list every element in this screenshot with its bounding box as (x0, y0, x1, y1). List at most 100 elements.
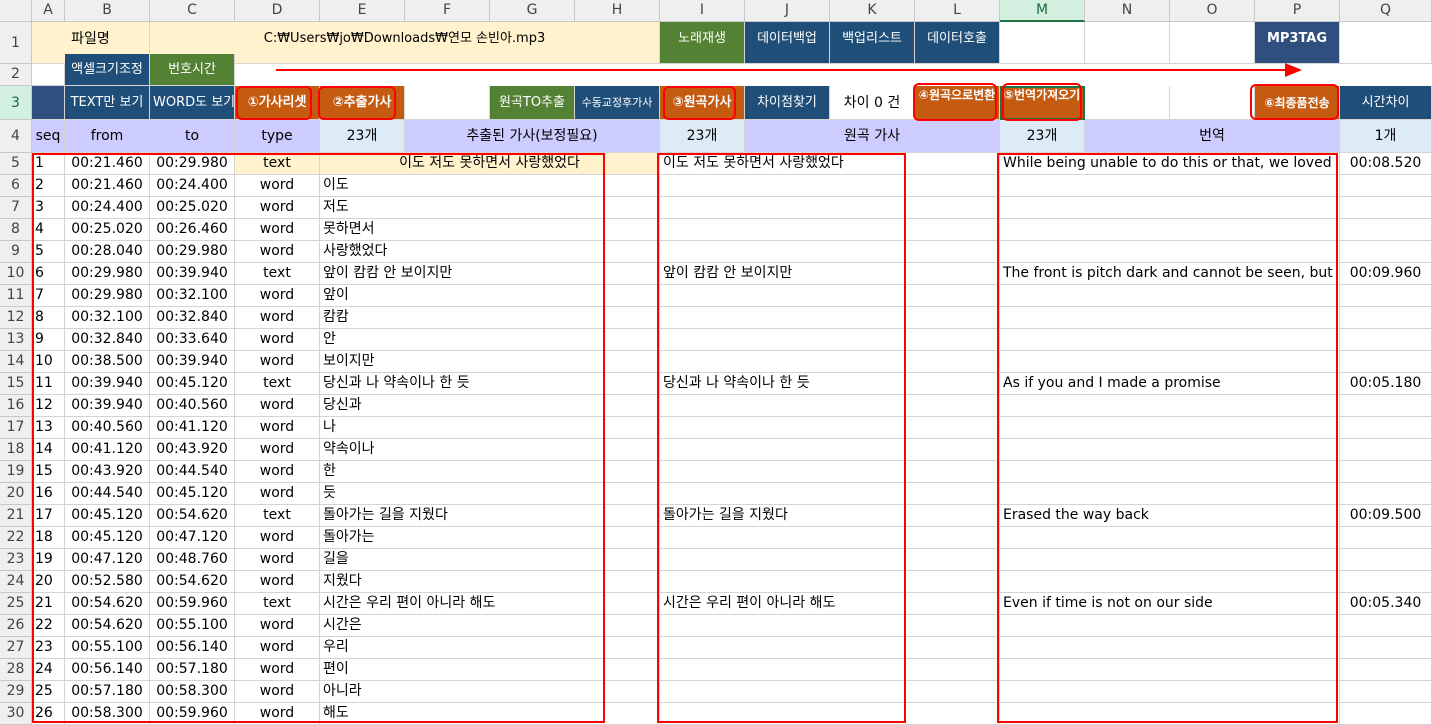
from-cell[interactable]: 00:47.120 (65, 549, 150, 571)
lyric-cell[interactable]: 당신과 나 약속이나 한 듯 (320, 373, 660, 395)
original-lyric-cell[interactable] (660, 241, 1000, 263)
time-diff-cell[interactable] (1340, 483, 1432, 505)
time-diff-cell[interactable] (1340, 703, 1432, 725)
translation-cell[interactable]: As if you and I made a promise (1000, 373, 1340, 395)
translation-cell[interactable] (1000, 219, 1340, 241)
original-lyric-cell[interactable]: 당신과 나 약속이나 한 듯 (660, 373, 1000, 395)
row-header-1[interactable]: 1 (0, 22, 32, 64)
translation-cell[interactable] (1000, 417, 1340, 439)
lyric-cell[interactable]: 이도 저도 못하면서 사랑했었다 (320, 153, 660, 175)
lyric-cell[interactable]: 시간은 우리 편이 아니라 해도 (320, 593, 660, 615)
seq-cell[interactable]: 19 (32, 549, 65, 571)
time-diff-cell[interactable]: 00:05.180 (1340, 373, 1432, 395)
column-header-d[interactable]: D (235, 0, 320, 22)
translation-cell[interactable] (1000, 527, 1340, 549)
original-lyric-cell[interactable] (660, 417, 1000, 439)
from-cell[interactable]: 00:38.500 (65, 351, 150, 373)
cell-q1[interactable] (1340, 22, 1432, 64)
time-diff-cell[interactable] (1340, 417, 1432, 439)
from-cell[interactable]: 00:29.980 (65, 285, 150, 307)
to-cell[interactable]: 00:24.400 (150, 175, 235, 197)
to-cell[interactable]: 00:41.120 (150, 417, 235, 439)
original-lyric-cell[interactable] (660, 637, 1000, 659)
type-cell[interactable]: word (235, 219, 320, 241)
type-cell[interactable]: word (235, 329, 320, 351)
original-lyric-cell[interactable] (660, 329, 1000, 351)
cell-a3[interactable] (32, 86, 65, 120)
original-lyric-cell[interactable]: 앞이 캄캄 안 보이지만 (660, 263, 1000, 285)
column-header-n[interactable]: N (1085, 0, 1170, 22)
column-header-i[interactable]: I (660, 0, 745, 22)
row-header-2[interactable]: 2 (0, 64, 32, 86)
seq-cell[interactable]: 1 (32, 153, 65, 175)
seq-cell[interactable]: 6 (32, 263, 65, 285)
to-cell[interactable]: 00:32.100 (150, 285, 235, 307)
row-header[interactable]: 22 (0, 527, 32, 549)
to-cell[interactable]: 00:39.940 (150, 351, 235, 373)
seq-cell[interactable]: 21 (32, 593, 65, 615)
original-lyrics-button[interactable]: ③원곡가사 (660, 86, 745, 120)
lyric-cell[interactable]: 돌아가는 (320, 527, 660, 549)
seq-cell[interactable]: 23 (32, 637, 65, 659)
original-lyric-cell[interactable] (660, 615, 1000, 637)
from-cell[interactable]: 00:57.180 (65, 681, 150, 703)
from-cell[interactable]: 00:43.920 (65, 461, 150, 483)
row-header[interactable]: 28 (0, 659, 32, 681)
row-header[interactable]: 16 (0, 395, 32, 417)
find-diff-button[interactable]: 차이점찾기 (745, 86, 830, 120)
time-diff-cell[interactable] (1340, 681, 1432, 703)
row-header[interactable]: 10 (0, 263, 32, 285)
from-cell[interactable]: 00:44.540 (65, 483, 150, 505)
from-cell[interactable]: 00:39.940 (65, 395, 150, 417)
to-cell[interactable]: 00:48.760 (150, 549, 235, 571)
translation-cell[interactable] (1000, 307, 1340, 329)
translation-cell[interactable] (1000, 329, 1340, 351)
from-cell[interactable]: 00:54.620 (65, 593, 150, 615)
translation-cell[interactable] (1000, 483, 1340, 505)
lyric-cell[interactable]: 편이 (320, 659, 660, 681)
column-header-j[interactable]: J (745, 0, 830, 22)
text-only-view-button[interactable]: TEXT만 보기 (65, 86, 150, 120)
lyric-cell[interactable]: 못하면서 (320, 219, 660, 241)
row-header[interactable]: 24 (0, 571, 32, 593)
translation-cell[interactable] (1000, 637, 1340, 659)
lyric-cell[interactable]: 사랑했었다 (320, 241, 660, 263)
translation-cell[interactable] (1000, 351, 1340, 373)
to-cell[interactable]: 00:25.020 (150, 197, 235, 219)
seq-cell[interactable]: 22 (32, 615, 65, 637)
translation-cell[interactable] (1000, 285, 1340, 307)
row-header[interactable]: 27 (0, 637, 32, 659)
original-lyric-cell[interactable] (660, 527, 1000, 549)
from-cell[interactable]: 00:58.300 (65, 703, 150, 725)
lyric-cell[interactable]: 우리 (320, 637, 660, 659)
translation-cell[interactable] (1000, 615, 1340, 637)
time-diff-cell[interactable]: 00:09.500 (1340, 505, 1432, 527)
to-cell[interactable]: 00:57.180 (150, 659, 235, 681)
to-cell[interactable]: 00:47.120 (150, 527, 235, 549)
type-cell[interactable]: word (235, 197, 320, 219)
row-header[interactable]: 25 (0, 593, 32, 615)
seq-cell[interactable]: 17 (32, 505, 65, 527)
row-header[interactable]: 19 (0, 461, 32, 483)
time-diff-cell[interactable] (1340, 285, 1432, 307)
cell-size-button[interactable]: 액셀크기조정 (65, 54, 150, 86)
original-lyric-cell[interactable] (660, 659, 1000, 681)
type-cell[interactable]: word (235, 417, 320, 439)
row-header[interactable]: 23 (0, 549, 32, 571)
column-header-m[interactable]: M (1000, 0, 1085, 22)
translation-cell[interactable] (1000, 175, 1340, 197)
type-cell[interactable]: word (235, 549, 320, 571)
manual-fix-lyrics-button[interactable]: 수동교정후가사 (575, 86, 660, 120)
time-diff-cell[interactable] (1340, 549, 1432, 571)
original-lyric-cell[interactable] (660, 549, 1000, 571)
to-cell[interactable]: 00:29.980 (150, 241, 235, 263)
seq-cell[interactable]: 2 (32, 175, 65, 197)
row-header[interactable]: 21 (0, 505, 32, 527)
lyric-cell[interactable]: 앞이 (320, 285, 660, 307)
column-header-o[interactable]: O (1170, 0, 1255, 22)
translation-cell[interactable] (1000, 571, 1340, 593)
type-cell[interactable]: word (235, 703, 320, 725)
seq-cell[interactable]: 15 (32, 461, 65, 483)
translation-cell[interactable] (1000, 241, 1340, 263)
number-time-button[interactable]: 번호시간 (150, 54, 235, 86)
